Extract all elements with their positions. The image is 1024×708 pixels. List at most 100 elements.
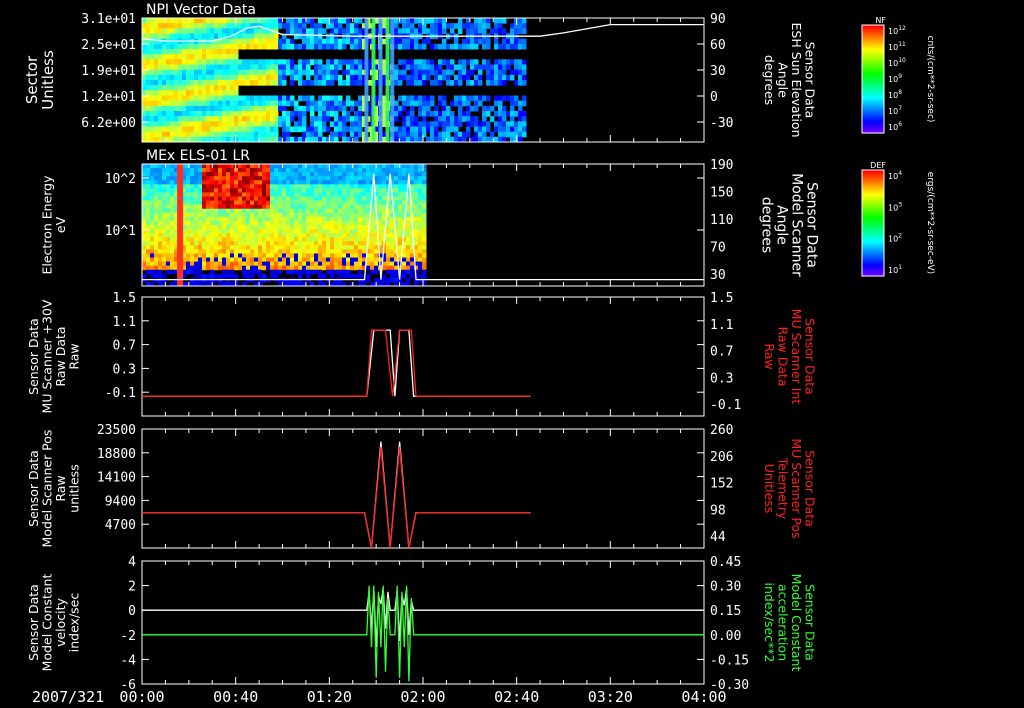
heatmap-cell	[142, 273, 147, 279]
heatmap-cell	[310, 196, 315, 202]
heatmap-cell	[302, 69, 307, 76]
heatmap-cell	[358, 216, 363, 222]
heatmap-cell	[254, 180, 259, 185]
heatmap-cell	[338, 245, 343, 250]
heatmap-cell	[242, 95, 247, 102]
heatmap-cell	[374, 172, 379, 177]
heatmap-cell	[418, 204, 423, 210]
heatmap-cell	[142, 69, 147, 76]
heatmap-cell	[362, 220, 367, 226]
heatmap-cell	[298, 225, 303, 230]
heatmap-cell	[318, 126, 323, 133]
heatmap-cell	[330, 220, 335, 226]
heatmap-cell	[514, 28, 519, 34]
heatmap-cell	[150, 265, 155, 271]
heatmap-cell	[262, 241, 267, 246]
heatmap-cell	[482, 23, 487, 29]
heatmap-cell	[418, 111, 423, 117]
heatmap-cell	[218, 168, 223, 173]
heatmap-cell	[282, 69, 287, 76]
heatmap-cell	[350, 204, 355, 210]
heatmap-cell	[182, 85, 187, 91]
heatmap-cell	[174, 59, 179, 65]
heatmap-cell	[258, 269, 263, 275]
heatmap-cell	[206, 233, 211, 238]
heatmap-cell	[234, 188, 239, 193]
heatmap-cell	[254, 245, 259, 250]
heatmap-cell	[234, 184, 239, 189]
heatmap-cell	[170, 212, 175, 218]
heatmap-cell	[210, 249, 215, 254]
heatmap-cell	[322, 74, 327, 81]
heatmap-cell	[446, 43, 451, 50]
heatmap-cell	[162, 212, 167, 218]
heatmap-cell	[226, 249, 231, 254]
heatmap-cell	[302, 241, 307, 246]
heatmap-cell	[194, 233, 199, 238]
heatmap-cell	[498, 59, 503, 65]
heatmap-cell	[222, 95, 227, 102]
heatmap-cell	[470, 80, 475, 86]
heatmap-cell	[254, 184, 259, 189]
heatmap-cell	[450, 111, 455, 117]
heatmap-cell	[334, 164, 339, 169]
heatmap-cell	[178, 90, 183, 96]
heatmap-cell	[290, 216, 295, 222]
heatmap-cell	[318, 180, 323, 185]
heatmap-cell	[522, 38, 527, 45]
heatmap-cell	[406, 216, 411, 222]
heatmap-cell	[246, 249, 251, 254]
heatmap-cell	[150, 269, 155, 275]
heatmap-cell	[402, 38, 407, 45]
heatmap-cell	[354, 273, 359, 279]
heatmap-cell	[162, 249, 167, 254]
heatmap-cell	[210, 237, 215, 242]
heatmap-cell	[282, 237, 287, 242]
heatmap-cell	[210, 59, 215, 65]
heatmap-cell	[266, 111, 271, 117]
heatmap-cell	[314, 212, 319, 218]
heatmap-cell	[358, 196, 363, 202]
y-tick-label: -0.1	[105, 386, 136, 401]
heatmap-cell	[234, 245, 239, 250]
heatmap-cell	[202, 241, 207, 246]
heatmap-cell	[390, 229, 395, 234]
heatmap-cell	[154, 233, 159, 238]
heatmap-cell	[286, 265, 291, 271]
heatmap-cell	[322, 180, 327, 185]
heatmap-cell	[426, 95, 431, 102]
heatmap-cell	[158, 116, 163, 122]
heatmap-cell	[158, 176, 163, 181]
heatmap-cell	[478, 74, 483, 81]
heatmap-cell	[150, 121, 155, 127]
heatmap-cell	[290, 208, 295, 214]
heatmap-cell	[418, 69, 423, 76]
heatmap-cell	[146, 192, 151, 198]
heatmap-cell	[442, 111, 447, 117]
heatmap-cell	[158, 23, 163, 29]
heatmap-cell	[158, 253, 163, 259]
heatmap-cell	[282, 241, 287, 246]
heatmap-cell	[338, 126, 343, 133]
heatmap-cell	[258, 253, 263, 259]
heatmap-cell	[306, 131, 311, 138]
heatmap-cell	[206, 85, 211, 91]
heatmap-cell	[414, 176, 419, 181]
heatmap-cell	[414, 225, 419, 230]
heatmap-cell	[158, 237, 163, 242]
heatmap-cell	[406, 18, 411, 24]
heatmap-cell	[358, 116, 363, 122]
heatmap-cell	[346, 100, 351, 107]
heatmap-cell	[318, 261, 323, 267]
heatmap-cell	[330, 229, 335, 234]
heatmap-cell	[206, 69, 211, 76]
heatmap-cell	[218, 59, 223, 65]
heatmap-cell	[222, 204, 227, 210]
heatmap-cell	[290, 168, 295, 173]
heatmap-cell	[246, 204, 251, 210]
heatmap-cell	[314, 208, 319, 214]
heatmap-cell	[274, 59, 279, 65]
heatmap-cell	[306, 176, 311, 181]
heatmap-cell	[218, 85, 223, 91]
heatmap-cell	[214, 212, 219, 218]
